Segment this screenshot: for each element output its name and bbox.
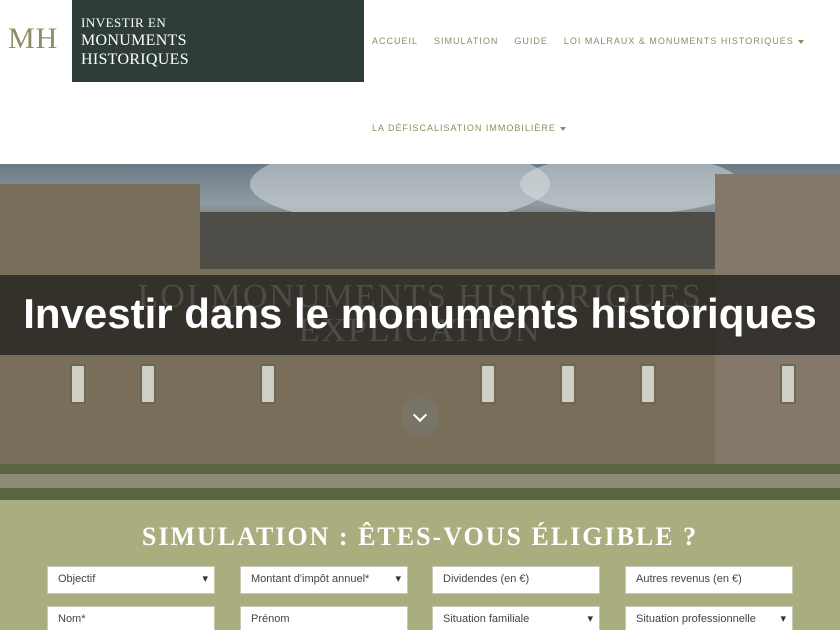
caret-down-icon <box>559 126 566 131</box>
site-header: MH INVESTIR EN MONUMENTS HISTORIQUES ACC… <box>0 0 840 164</box>
main-nav: ACCUEIL SIMULATION GUIDE LOI MALRAUX & M… <box>372 36 804 46</box>
cloud-shape <box>520 164 740 214</box>
simulation-section: SIMULATION : ÊTES-VOUS ÉLIGIBLE ? Object… <box>0 500 840 630</box>
nav-item-loi-malraux[interactable]: LOI MALRAUX & MONUMENTS HISTORIQUES <box>564 36 804 46</box>
building-window <box>70 364 86 404</box>
hero-title: Investir dans le monuments historiques <box>23 290 817 337</box>
logo-mark[interactable]: MH <box>8 22 58 56</box>
logo-line-2: MONUMENTS <box>81 32 187 49</box>
chevron-down-icon[interactable] <box>401 398 439 436</box>
situation-familiale-select[interactable]: Situation familiale <box>432 606 600 630</box>
dividendes-input[interactable]: Dividendes (en €) <box>432 566 600 594</box>
prenom-input[interactable]: Prénom <box>240 606 408 630</box>
building-window <box>780 364 796 404</box>
building-window <box>140 364 156 404</box>
main-nav-row-2: LA DÉFISCALISATION IMMOBILIÈRE <box>372 118 566 136</box>
caret-down-icon <box>797 39 804 44</box>
building-window <box>560 364 576 404</box>
nav-item-accueil[interactable]: ACCUEIL <box>372 36 418 46</box>
nav-item-label: LOI MALRAUX & MONUMENTS HISTORIQUES <box>563 36 794 46</box>
building-window <box>480 364 496 404</box>
logo-box[interactable]: INVESTIR EN MONUMENTS HISTORIQUES <box>72 0 364 82</box>
nav-item-defiscalisation[interactable]: LA DÉFISCALISATION IMMOBILIÈRE <box>372 123 566 133</box>
nav-item-guide[interactable]: GUIDE <box>514 36 548 46</box>
montant-impot-select[interactable]: Montant d'impôt annuel* <box>240 566 408 594</box>
simulation-title: SIMULATION : ÊTES-VOUS ÉLIGIBLE ? <box>141 522 699 551</box>
building-window <box>260 364 276 404</box>
garden-path <box>0 474 840 488</box>
situation-professionnelle-select[interactable]: Situation professionnelle <box>625 606 793 630</box>
logo-line-1: INVESTIR EN <box>81 15 167 30</box>
logo-line-3: HISTORIQUES <box>81 51 189 68</box>
building-window <box>640 364 656 404</box>
nav-item-label: LA DÉFISCALISATION IMMOBILIÈRE <box>372 123 556 133</box>
nom-input[interactable]: Nom* <box>47 606 215 630</box>
objectif-select[interactable]: Objectif <box>47 566 215 594</box>
autres-revenus-input[interactable]: Autres revenus (en €) <box>625 566 793 594</box>
nav-item-simulation[interactable]: SIMULATION <box>434 36 498 46</box>
